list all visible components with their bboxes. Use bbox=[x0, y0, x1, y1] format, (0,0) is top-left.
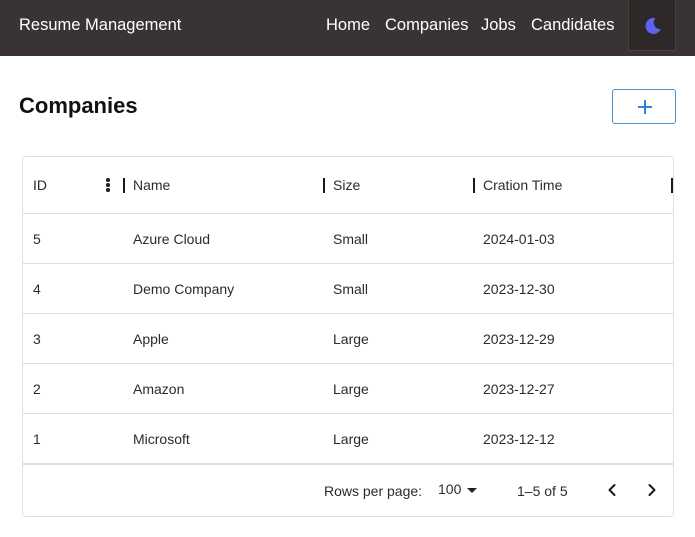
table-row[interactable]: 4 Demo Company Small 2023-12-30 bbox=[23, 264, 673, 314]
cell-size: Large bbox=[333, 331, 369, 347]
nav-link-candidates[interactable]: Candidates bbox=[531, 16, 614, 35]
cell-size: Large bbox=[333, 431, 369, 447]
next-page-button[interactable] bbox=[641, 479, 663, 501]
table-footer: Rows per page: 100 1–5 of 5 bbox=[23, 464, 673, 516]
chevron-right-icon bbox=[648, 484, 656, 496]
table-row[interactable]: 3 Apple Large 2023-12-29 bbox=[23, 314, 673, 364]
cell-id: 4 bbox=[33, 281, 41, 297]
rows-per-page-label: Rows per page: bbox=[324, 483, 423, 499]
cell-creation-time: 2023-12-30 bbox=[483, 281, 555, 297]
cell-id: 2 bbox=[33, 381, 41, 397]
rows-per-page-select[interactable]: 100 bbox=[436, 478, 484, 502]
cell-name: Microsoft bbox=[133, 431, 190, 447]
cell-creation-time: 2023-12-29 bbox=[483, 331, 555, 347]
table-row[interactable]: 2 Amazon Large 2023-12-27 bbox=[23, 364, 673, 414]
cell-creation-time: 2024-01-03 bbox=[483, 231, 555, 247]
rows-per-page-value: 100 bbox=[438, 481, 462, 497]
column-menu-icon[interactable] bbox=[105, 177, 111, 193]
page-title: Companies bbox=[19, 93, 138, 118]
cell-name: Apple bbox=[133, 331, 169, 347]
table-header: ID Name Size Cration Time bbox=[23, 157, 673, 214]
pagination-range: 1–5 of 5 bbox=[517, 483, 568, 499]
nav-link-companies[interactable]: Companies bbox=[385, 16, 468, 35]
table-row[interactable]: 1 Microsoft Large 2023-12-12 bbox=[23, 414, 673, 464]
previous-page-button[interactable] bbox=[601, 479, 623, 501]
cell-creation-time: 2023-12-27 bbox=[483, 381, 555, 397]
dropdown-arrow-icon bbox=[467, 488, 477, 493]
column-separator[interactable] bbox=[473, 178, 475, 193]
nav-link-home[interactable]: Home bbox=[326, 16, 370, 35]
app-brand[interactable]: Resume Management bbox=[19, 16, 181, 35]
column-header-name[interactable]: Name bbox=[133, 177, 170, 193]
cell-id: 5 bbox=[33, 231, 41, 247]
column-separator[interactable] bbox=[671, 178, 673, 193]
plus-icon bbox=[638, 100, 652, 114]
column-header-creation-time[interactable]: Cration Time bbox=[483, 177, 562, 193]
cell-name: Amazon bbox=[133, 381, 185, 397]
add-company-button[interactable] bbox=[612, 89, 676, 124]
nav-link-jobs[interactable]: Jobs bbox=[481, 16, 516, 35]
column-header-size[interactable]: Size bbox=[333, 177, 360, 193]
cell-id: 1 bbox=[33, 431, 41, 447]
cell-size: Large bbox=[333, 381, 369, 397]
chevron-left-icon bbox=[608, 484, 616, 496]
cell-name: Azure Cloud bbox=[133, 231, 211, 247]
moon-icon bbox=[645, 17, 661, 34]
cell-id: 3 bbox=[33, 331, 41, 347]
top-navbar: Resume Management Home Companies Jobs Ca… bbox=[0, 0, 695, 56]
cell-name: Demo Company bbox=[133, 281, 235, 297]
cell-size: Small bbox=[333, 281, 369, 297]
column-separator[interactable] bbox=[123, 178, 125, 193]
column-header-id[interactable]: ID bbox=[33, 177, 47, 193]
column-separator[interactable] bbox=[323, 178, 325, 193]
cell-creation-time: 2023-12-12 bbox=[483, 431, 555, 447]
table-row[interactable]: 5 Azure Cloud Small 2024-01-03 bbox=[23, 214, 673, 264]
companies-table: ID Name Size Cration Time 5 Azure Cloud … bbox=[22, 156, 674, 517]
cell-size: Small bbox=[333, 231, 369, 247]
theme-toggle-button[interactable] bbox=[628, 0, 676, 51]
